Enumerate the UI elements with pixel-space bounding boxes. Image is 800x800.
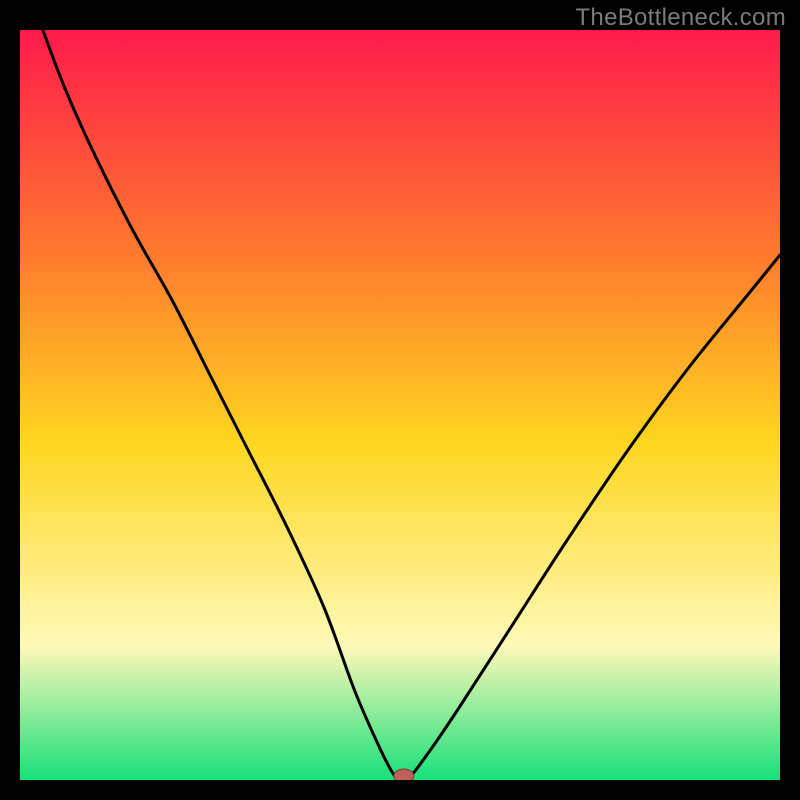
watermark-text: TheBottleneck.com	[575, 4, 786, 32]
optimal-point-marker	[394, 769, 414, 780]
chart-frame: TheBottleneck.com	[0, 0, 800, 800]
gradient-background	[20, 30, 780, 780]
plot-area	[20, 30, 780, 780]
bottleneck-chart	[20, 30, 780, 780]
